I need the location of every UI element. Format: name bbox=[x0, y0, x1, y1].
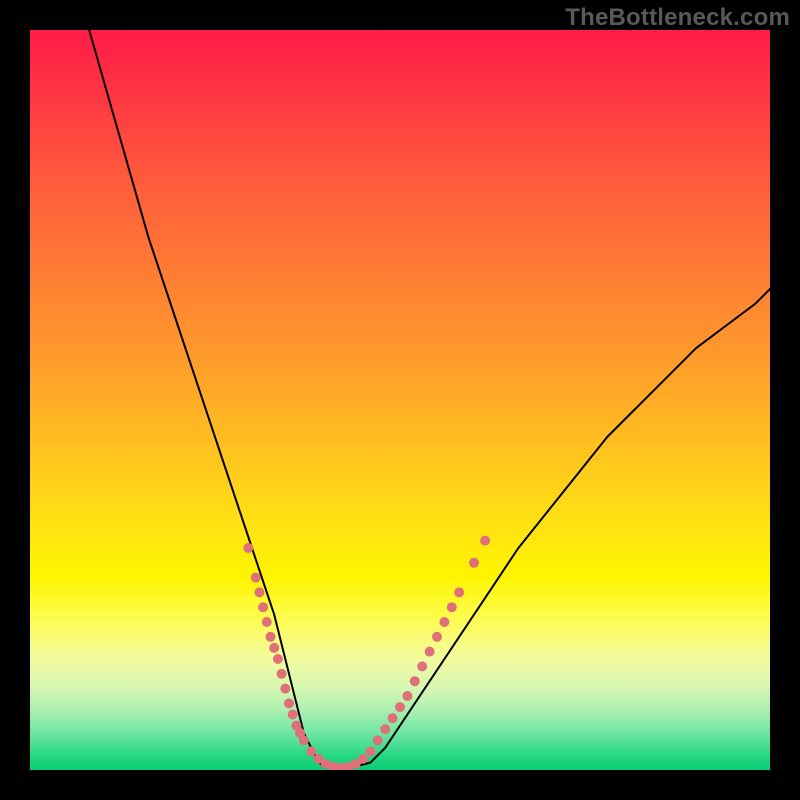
highlight-dot bbox=[432, 632, 442, 642]
highlight-dot bbox=[469, 558, 479, 568]
highlight-dot bbox=[417, 661, 427, 671]
highlight-dot bbox=[439, 617, 449, 627]
highlight-dot bbox=[299, 735, 309, 745]
watermark-text: TheBottleneck.com bbox=[565, 4, 790, 32]
highlight-dot bbox=[280, 684, 290, 694]
highlight-dot bbox=[365, 747, 375, 757]
plot-area bbox=[30, 30, 770, 770]
highlight-dot bbox=[454, 587, 464, 597]
highlight-dot bbox=[402, 691, 412, 701]
highlight-dot bbox=[273, 654, 283, 664]
curve-curve bbox=[89, 30, 770, 768]
highlight-dot bbox=[395, 702, 405, 712]
highlight-dot bbox=[243, 543, 253, 553]
highlight-dot bbox=[447, 602, 457, 612]
highlight-dot bbox=[251, 573, 261, 583]
highlight-dot bbox=[262, 617, 272, 627]
highlight-dot bbox=[388, 713, 398, 723]
highlight-dot bbox=[358, 754, 368, 764]
highlight-dot bbox=[380, 724, 390, 734]
highlight-dot bbox=[373, 735, 383, 745]
highlight-dot bbox=[425, 647, 435, 657]
chart-frame: TheBottleneck.com bbox=[0, 0, 800, 800]
highlight-dot bbox=[410, 676, 420, 686]
highlight-dot bbox=[284, 698, 294, 708]
highlight-dot bbox=[306, 747, 316, 757]
highlight-dot bbox=[269, 643, 279, 653]
highlight-dot bbox=[288, 710, 298, 720]
highlight-dots bbox=[243, 536, 490, 770]
highlight-dot bbox=[258, 602, 268, 612]
highlight-dot bbox=[480, 536, 490, 546]
highlight-dot bbox=[277, 669, 287, 679]
plot-svg bbox=[30, 30, 770, 770]
highlight-dot bbox=[254, 587, 264, 597]
highlight-dot bbox=[266, 632, 276, 642]
